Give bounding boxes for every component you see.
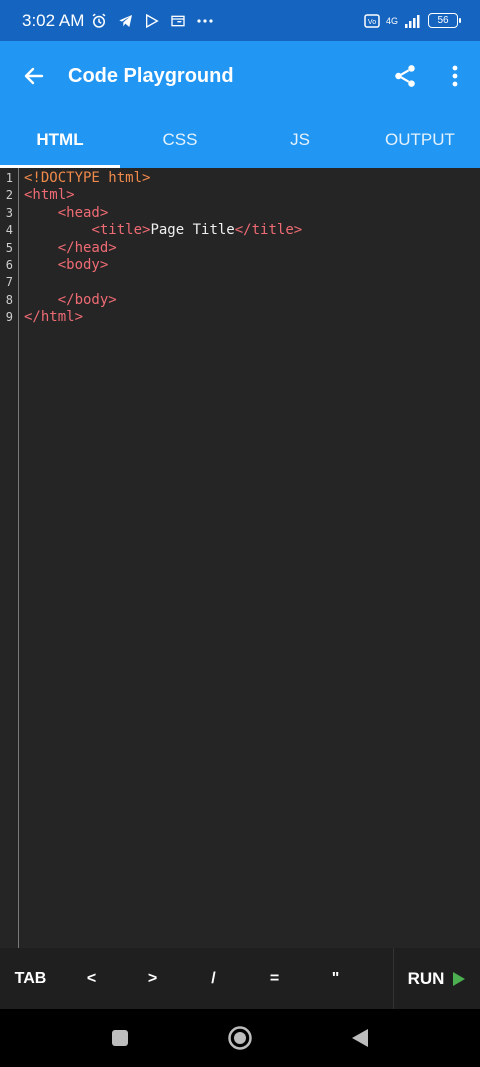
- run-label: RUN: [407, 968, 445, 988]
- back-nav-button[interactable]: [340, 1018, 380, 1058]
- code-token: <html>: [24, 187, 75, 204]
- window-icon: [171, 15, 186, 26]
- run-button[interactable]: RUN: [393, 948, 480, 1009]
- share-icon: [395, 65, 415, 87]
- more-notifications-icon: [197, 18, 213, 23]
- status-bar: 3:02 AM Vo 4G 56: [0, 0, 480, 41]
- key-greater-than[interactable]: >: [122, 948, 183, 1009]
- code-line: <head>: [24, 205, 302, 222]
- code-line: </head>: [24, 240, 302, 257]
- triangle-back-icon: [352, 1029, 368, 1047]
- status-system-icons: Vo 4G 56: [364, 13, 461, 28]
- line-number: 1: [5, 171, 13, 185]
- status-notification-icons: [90, 12, 214, 30]
- line-number: 2: [5, 188, 13, 203]
- line-number: 7: [5, 275, 13, 290]
- status-time: 3:02 AM: [22, 10, 85, 30]
- code-token: <body>: [57, 256, 109, 273]
- code-line: <body>: [24, 257, 302, 274]
- arrow-back-icon: [24, 67, 44, 85]
- key-equals[interactable]: =: [244, 948, 305, 1009]
- play-store-icon: [146, 13, 160, 28]
- code-token: </title>: [234, 222, 303, 239]
- volte-icon: Vo: [364, 13, 380, 28]
- code-token: </head>: [57, 239, 117, 256]
- code-line: </body>: [24, 292, 302, 309]
- system-nav-bar: [0, 1009, 480, 1067]
- app-title: Code Playground: [68, 64, 234, 87]
- alarm-icon: [92, 13, 106, 28]
- code-line: <title>Page Title</title>: [24, 222, 302, 239]
- line-number: 8: [5, 292, 13, 307]
- play-icon: [453, 971, 466, 986]
- code-line: <html>: [24, 187, 302, 204]
- line-number: 9: [5, 310, 13, 325]
- share-button[interactable]: [380, 41, 430, 111]
- code-area[interactable]: <!DOCTYPE html> <html> <head> <title>Page…: [19, 168, 302, 948]
- line-number: 5: [5, 240, 13, 255]
- code-token: </body>: [57, 291, 117, 308]
- key-quote[interactable]: ": [305, 948, 366, 1009]
- line-number: 4: [5, 223, 13, 238]
- code-token: <title>: [91, 222, 151, 239]
- code-token: Page Title: [150, 222, 235, 239]
- battery-icon: 56: [428, 13, 461, 28]
- code-editor[interactable]: 1 2 3 4 5 6 7 8 9 <!DOCTYPE html> <html> <head> <…: [0, 168, 480, 948]
- code-token: </html>: [24, 309, 84, 326]
- signal-icon: [405, 14, 420, 28]
- tab-html[interactable]: HTML: [0, 111, 120, 168]
- back-button[interactable]: [0, 41, 68, 111]
- code-line: <!DOCTYPE html>: [24, 170, 302, 187]
- square-icon: [112, 1030, 128, 1046]
- tab-bar: HTML CSS JS OUTPUT: [0, 111, 480, 168]
- key-less-than[interactable]: <: [61, 948, 122, 1009]
- code-token: <head>: [57, 204, 109, 221]
- key-tab[interactable]: TAB: [0, 948, 61, 1009]
- line-number: 3: [5, 205, 13, 220]
- circle-icon: [228, 1026, 252, 1050]
- more-options-button[interactable]: [430, 41, 480, 111]
- recents-button[interactable]: [100, 1018, 140, 1058]
- app-bar: Code Playground: [0, 41, 480, 111]
- tab-output[interactable]: OUTPUT: [360, 111, 480, 168]
- telegram-icon: [119, 14, 133, 27]
- line-number: 6: [5, 257, 13, 272]
- key-slash[interactable]: /: [183, 948, 244, 1009]
- network-type: 4G: [385, 15, 398, 26]
- svg-text:Vo: Vo: [368, 19, 376, 26]
- shortcut-key-bar: TAB < > / = " RUN: [0, 948, 480, 1009]
- tab-js[interactable]: JS: [240, 111, 360, 168]
- more-vert-icon: [452, 65, 458, 87]
- battery-level: 56: [437, 15, 449, 26]
- code-line: </html>: [24, 309, 302, 326]
- tab-css[interactable]: CSS: [120, 111, 240, 168]
- home-button[interactable]: [220, 1018, 260, 1058]
- line-number-gutter: 1 2 3 4 5 6 7 8 9: [0, 168, 19, 948]
- code-token: <!DOCTYPE html>: [24, 170, 151, 186]
